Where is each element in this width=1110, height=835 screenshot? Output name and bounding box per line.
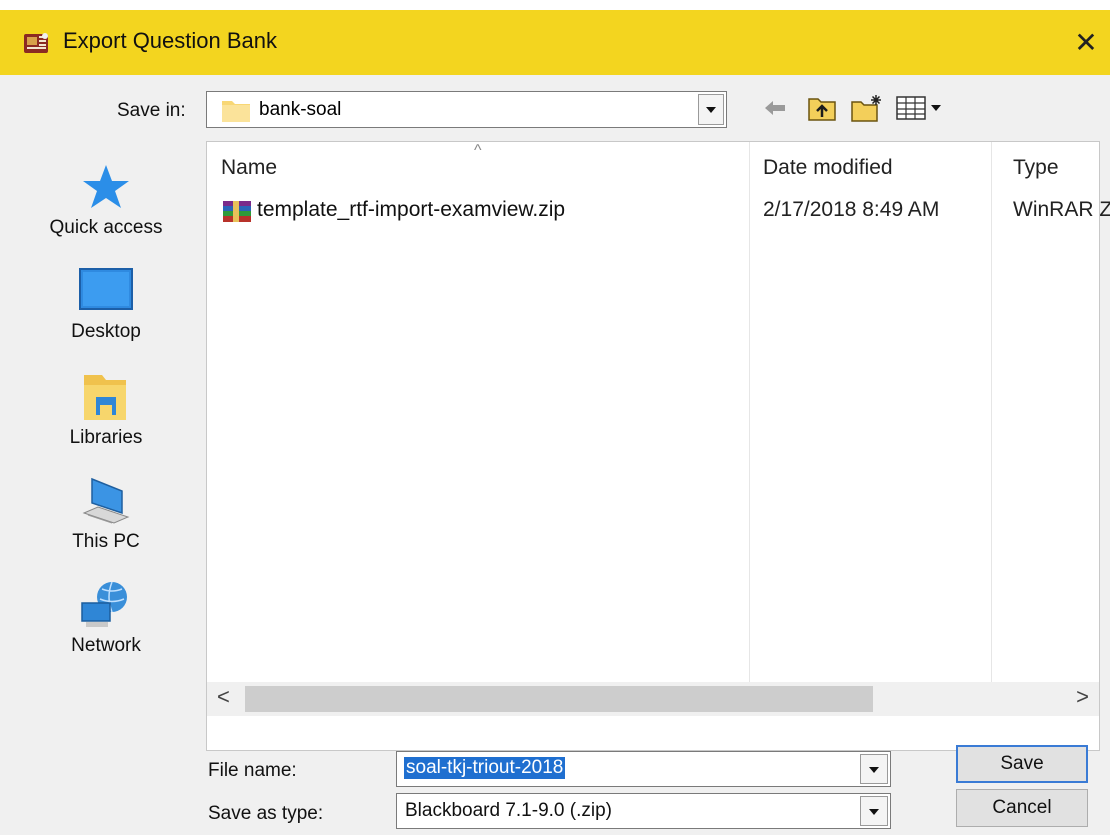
horizontal-scrollbar[interactable]: < > — [207, 682, 1099, 716]
column-header-name[interactable]: Name — [221, 156, 277, 180]
save-as-type-label: Save as type: — [208, 803, 324, 824]
scroll-left-arrow[interactable]: < — [217, 684, 230, 710]
file-name: template_rtf-import-examview.zip — [257, 198, 566, 221]
back-arrow-icon[interactable] — [762, 93, 788, 123]
file-list[interactable]: ^ Name Date modified Type template_rtf-i… — [206, 141, 1110, 751]
file-type: WinRAR Z — [1013, 198, 1110, 221]
place-label: Network — [71, 635, 141, 656]
chevron-down-icon[interactable] — [698, 94, 724, 125]
save-dialog: Save in: bank-soal Quick access Desktop … — [0, 75, 1110, 835]
place-quick-access[interactable]: Quick access — [26, 153, 196, 253]
views-menu-icon[interactable] — [895, 93, 947, 123]
column-header-date[interactable]: Date modified — [763, 156, 893, 180]
place-label: Libraries — [69, 427, 143, 448]
save-button[interactable]: Save — [956, 745, 1088, 783]
place-network[interactable]: Network — [26, 571, 196, 671]
file-name-input[interactable]: soal-tkj-triout-2018 — [396, 751, 891, 787]
new-folder-icon[interactable] — [850, 93, 884, 123]
desktop-icon — [79, 268, 133, 310]
place-label: This PC — [72, 531, 140, 552]
window-title: Export Question Bank — [63, 28, 278, 53]
close-button[interactable]: ✕ — [1062, 20, 1110, 66]
place-desktop[interactable]: Desktop — [26, 257, 196, 357]
chevron-down-icon[interactable] — [860, 754, 888, 784]
globe-icon — [81, 581, 127, 627]
folder-icon — [222, 101, 250, 122]
save-as-type-select[interactable]: Blackboard 7.1-9.0 (.zip) — [396, 793, 891, 829]
sort-indicator-icon: ^ — [474, 142, 482, 159]
up-folder-icon[interactable] — [806, 93, 838, 123]
file-row[interactable]: template_rtf-import-examview.zip 2/17/20… — [207, 194, 1110, 228]
scroll-right-arrow[interactable]: > — [1076, 684, 1089, 710]
places-bar: Quick access Desktop Libraries This PC N… — [26, 145, 196, 685]
save-in-value: bank-soal — [259, 99, 342, 120]
winrar-archive-icon — [223, 201, 251, 222]
save-in-dropdown[interactable]: bank-soal — [206, 91, 727, 128]
star-icon — [83, 165, 129, 208]
scroll-thumb[interactable] — [245, 686, 873, 712]
top-strip — [0, 0, 1110, 10]
app-icon — [24, 33, 48, 53]
file-name-label: File name: — [208, 760, 297, 781]
computer-icon — [82, 477, 130, 524]
file-date: 2/17/2018 8:49 AM — [763, 198, 940, 221]
place-libraries[interactable]: Libraries — [26, 363, 196, 463]
save-as-type-value: Blackboard 7.1-9.0 (.zip) — [405, 800, 612, 821]
place-label: Desktop — [71, 321, 141, 342]
place-this-pc[interactable]: This PC — [26, 467, 196, 567]
libraries-icon — [84, 375, 126, 420]
place-label: Quick access — [49, 217, 163, 238]
column-header-type[interactable]: Type — [1013, 156, 1059, 180]
save-in-label: Save in: — [117, 100, 186, 121]
chevron-down-icon[interactable] — [860, 796, 888, 826]
title-bar: Export Question Bank ✕ — [0, 10, 1110, 75]
cancel-button[interactable]: Cancel — [956, 789, 1088, 827]
file-name-value[interactable]: soal-tkj-triout-2018 — [404, 757, 566, 779]
